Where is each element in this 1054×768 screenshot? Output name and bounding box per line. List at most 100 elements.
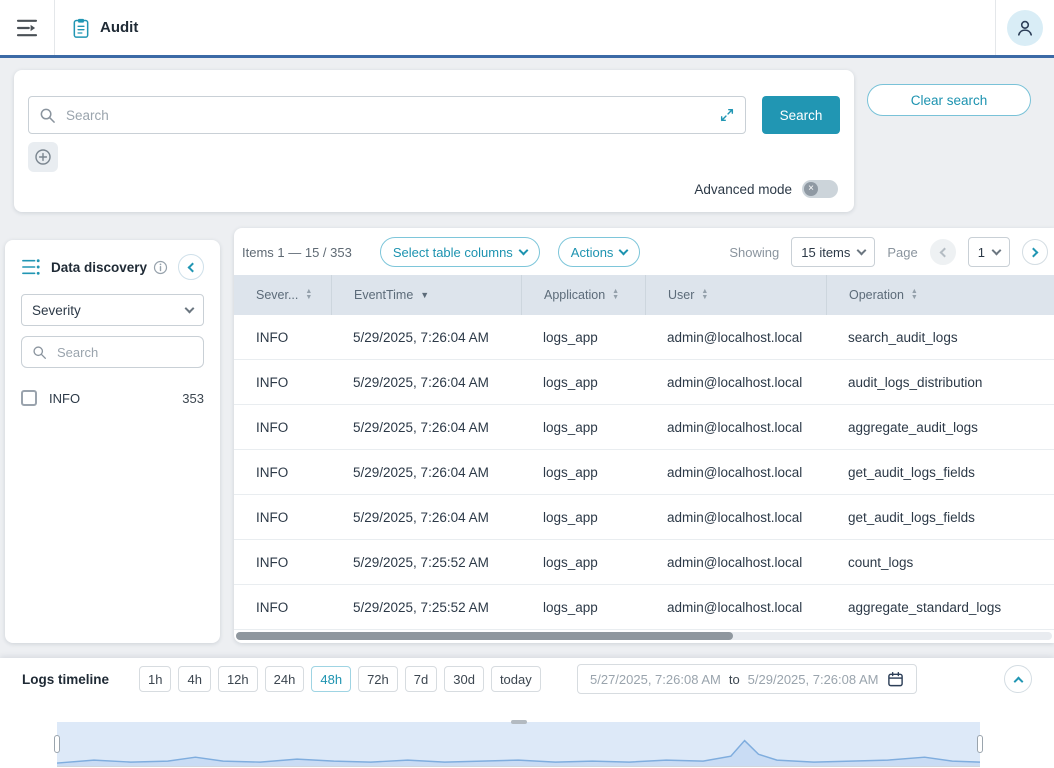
menu-icon bbox=[16, 19, 38, 37]
page-size-value: 15 items bbox=[801, 245, 850, 260]
expand-query-button[interactable] bbox=[719, 107, 735, 123]
table-row[interactable]: INFO5/29/2025, 7:26:04 AMlogs_appadmin@l… bbox=[234, 495, 1054, 540]
table-cell: 5/29/2025, 7:26:04 AM bbox=[331, 465, 521, 480]
range-button-24h[interactable]: 24h bbox=[265, 666, 305, 692]
brush-top-handle[interactable] bbox=[511, 720, 527, 724]
page-title: Audit bbox=[100, 19, 138, 36]
table-cell: get_audit_logs_fields bbox=[826, 510, 1054, 525]
range-button-12h[interactable]: 12h bbox=[218, 666, 258, 692]
column-header-user[interactable]: User ▲▼ bbox=[645, 275, 826, 315]
next-page-button[interactable] bbox=[1022, 239, 1048, 265]
table-cell: logs_app bbox=[521, 600, 645, 615]
range-button-1h[interactable]: 1h bbox=[139, 666, 171, 692]
user-menu-button[interactable] bbox=[1007, 10, 1043, 46]
table-cell: logs_app bbox=[521, 375, 645, 390]
table-row[interactable]: INFO5/29/2025, 7:26:04 AMlogs_appadmin@l… bbox=[234, 405, 1054, 450]
table-cell: 5/29/2025, 7:25:52 AM bbox=[331, 555, 521, 570]
calendar-icon[interactable] bbox=[887, 671, 904, 688]
chevron-down-icon bbox=[857, 246, 867, 256]
field-selector[interactable]: Severity bbox=[21, 294, 204, 326]
facet-search-wrapper[interactable] bbox=[21, 336, 204, 368]
page-number-select[interactable]: 1 bbox=[968, 237, 1010, 267]
column-label: EventTime bbox=[354, 288, 413, 302]
sort-icon: ▲▼ bbox=[911, 289, 918, 301]
chevron-left-icon bbox=[939, 247, 949, 257]
horizontal-scrollbar[interactable] bbox=[236, 632, 1052, 640]
search-input-wrapper[interactable] bbox=[28, 96, 746, 134]
timeline-title: Logs timeline bbox=[22, 672, 109, 687]
table-cell: search_audit_logs bbox=[826, 330, 1054, 345]
top-bar: Audit bbox=[0, 0, 1054, 58]
range-button-today[interactable]: today bbox=[491, 666, 541, 692]
range-button-7d[interactable]: 7d bbox=[405, 666, 437, 692]
page-size-select[interactable]: 15 items bbox=[791, 237, 875, 267]
select-columns-button[interactable]: Select table columns bbox=[380, 237, 540, 267]
search-icon bbox=[39, 107, 56, 124]
column-header-eventtime[interactable]: EventTime ▼ bbox=[331, 275, 521, 315]
table-row[interactable]: INFO5/29/2025, 7:25:52 AMlogs_appadmin@l… bbox=[234, 585, 1054, 630]
table-row[interactable]: INFO5/29/2025, 7:26:04 AMlogs_appadmin@l… bbox=[234, 315, 1054, 360]
table-cell: logs_app bbox=[521, 510, 645, 525]
table-cell: INFO bbox=[234, 420, 331, 435]
advanced-mode-row: Advanced mode × bbox=[694, 180, 838, 198]
date-range-picker[interactable]: 5/27/2025, 7:26:08 AM to 5/29/2025, 7:26… bbox=[577, 664, 917, 694]
search-button[interactable]: Search bbox=[762, 96, 840, 134]
sort-icon: ▲▼ bbox=[612, 289, 619, 301]
table-cell: logs_app bbox=[521, 330, 645, 345]
date-from: 5/27/2025, 7:26:08 AM bbox=[590, 672, 721, 687]
table-row[interactable]: INFO5/29/2025, 7:26:04 AMlogs_appadmin@l… bbox=[234, 450, 1054, 495]
logs-timeline-panel: Logs timeline 1h 4h 12h 24h48h 72h 7d 30d today… bbox=[0, 658, 1054, 768]
table-header: Sever... ▲▼ EventTime ▼ Application ▲▼ U… bbox=[234, 275, 1054, 315]
column-header-severity[interactable]: Sever... ▲▼ bbox=[234, 275, 331, 315]
range-button-30d[interactable]: 30d bbox=[444, 666, 484, 692]
brush-right-handle[interactable] bbox=[977, 735, 983, 753]
collapse-timeline-button[interactable] bbox=[1004, 665, 1032, 693]
date-to-label: to bbox=[729, 672, 740, 687]
scrollbar-thumb[interactable] bbox=[236, 632, 733, 640]
column-header-application[interactable]: Application ▲▼ bbox=[521, 275, 645, 315]
column-label: Application bbox=[544, 288, 605, 302]
advanced-mode-toggle[interactable]: × bbox=[802, 180, 838, 198]
table-row[interactable]: INFO5/29/2025, 7:26:04 AMlogs_appadmin@l… bbox=[234, 360, 1054, 405]
table-cell: logs_app bbox=[521, 420, 645, 435]
search-input[interactable] bbox=[64, 107, 711, 124]
time-range-buttons: 1h 4h 12h 24h48h 72h 7d 30d today bbox=[139, 666, 541, 692]
range-button-72h[interactable]: 72h bbox=[358, 666, 398, 692]
table-cell: INFO bbox=[234, 510, 331, 525]
brush-left-handle[interactable] bbox=[54, 735, 60, 753]
data-discovery-header: Data discovery bbox=[21, 250, 204, 284]
header-divider bbox=[995, 0, 996, 55]
field-selector-value: Severity bbox=[32, 303, 81, 318]
clear-search-button[interactable]: Clear search bbox=[867, 84, 1031, 116]
table-cell: 5/29/2025, 7:26:04 AM bbox=[331, 420, 521, 435]
chevron-up-icon bbox=[1013, 676, 1023, 686]
facet-checkbox[interactable] bbox=[21, 390, 37, 406]
column-label: User bbox=[668, 288, 694, 302]
chevron-down-icon bbox=[185, 304, 195, 314]
table-cell: INFO bbox=[234, 330, 331, 345]
previous-page-button[interactable] bbox=[930, 239, 956, 265]
facet-search-input[interactable] bbox=[55, 344, 193, 361]
table-cell: admin@localhost.local bbox=[645, 600, 826, 615]
table-cell: 5/29/2025, 7:26:04 AM bbox=[331, 375, 521, 390]
actions-button[interactable]: Actions bbox=[558, 237, 641, 267]
sort-icon: ▲▼ bbox=[305, 289, 312, 301]
range-button-48h[interactable]: 48h bbox=[311, 666, 351, 692]
column-header-operation[interactable]: Operation ▲▼ bbox=[826, 275, 1054, 315]
page-title-group: Audit bbox=[71, 17, 138, 39]
table-cell: audit_logs_distribution bbox=[826, 375, 1054, 390]
range-button-4h[interactable]: 4h bbox=[178, 666, 210, 692]
table-row[interactable]: INFO5/29/2025, 7:25:52 AMlogs_appadmin@l… bbox=[234, 540, 1054, 585]
chevron-left-icon bbox=[188, 262, 198, 272]
collapse-sidebar-button[interactable] bbox=[178, 254, 204, 280]
results-panel: Items 1 — 15 / 353 Select table columns … bbox=[234, 228, 1054, 643]
data-discovery-title: Data discovery bbox=[51, 260, 147, 275]
search-icon bbox=[32, 345, 47, 360]
add-filter-button[interactable] bbox=[28, 142, 58, 172]
timeline-controls: Logs timeline 1h4h12h24h48h72h7d30dtoday… bbox=[0, 658, 1054, 688]
table-cell: aggregate_standard_logs bbox=[826, 600, 1054, 615]
sidebar-toggle-button[interactable] bbox=[8, 9, 46, 47]
page-label: Page bbox=[887, 245, 917, 260]
timeline-chart[interactable] bbox=[57, 722, 980, 767]
info-icon[interactable] bbox=[153, 260, 168, 275]
